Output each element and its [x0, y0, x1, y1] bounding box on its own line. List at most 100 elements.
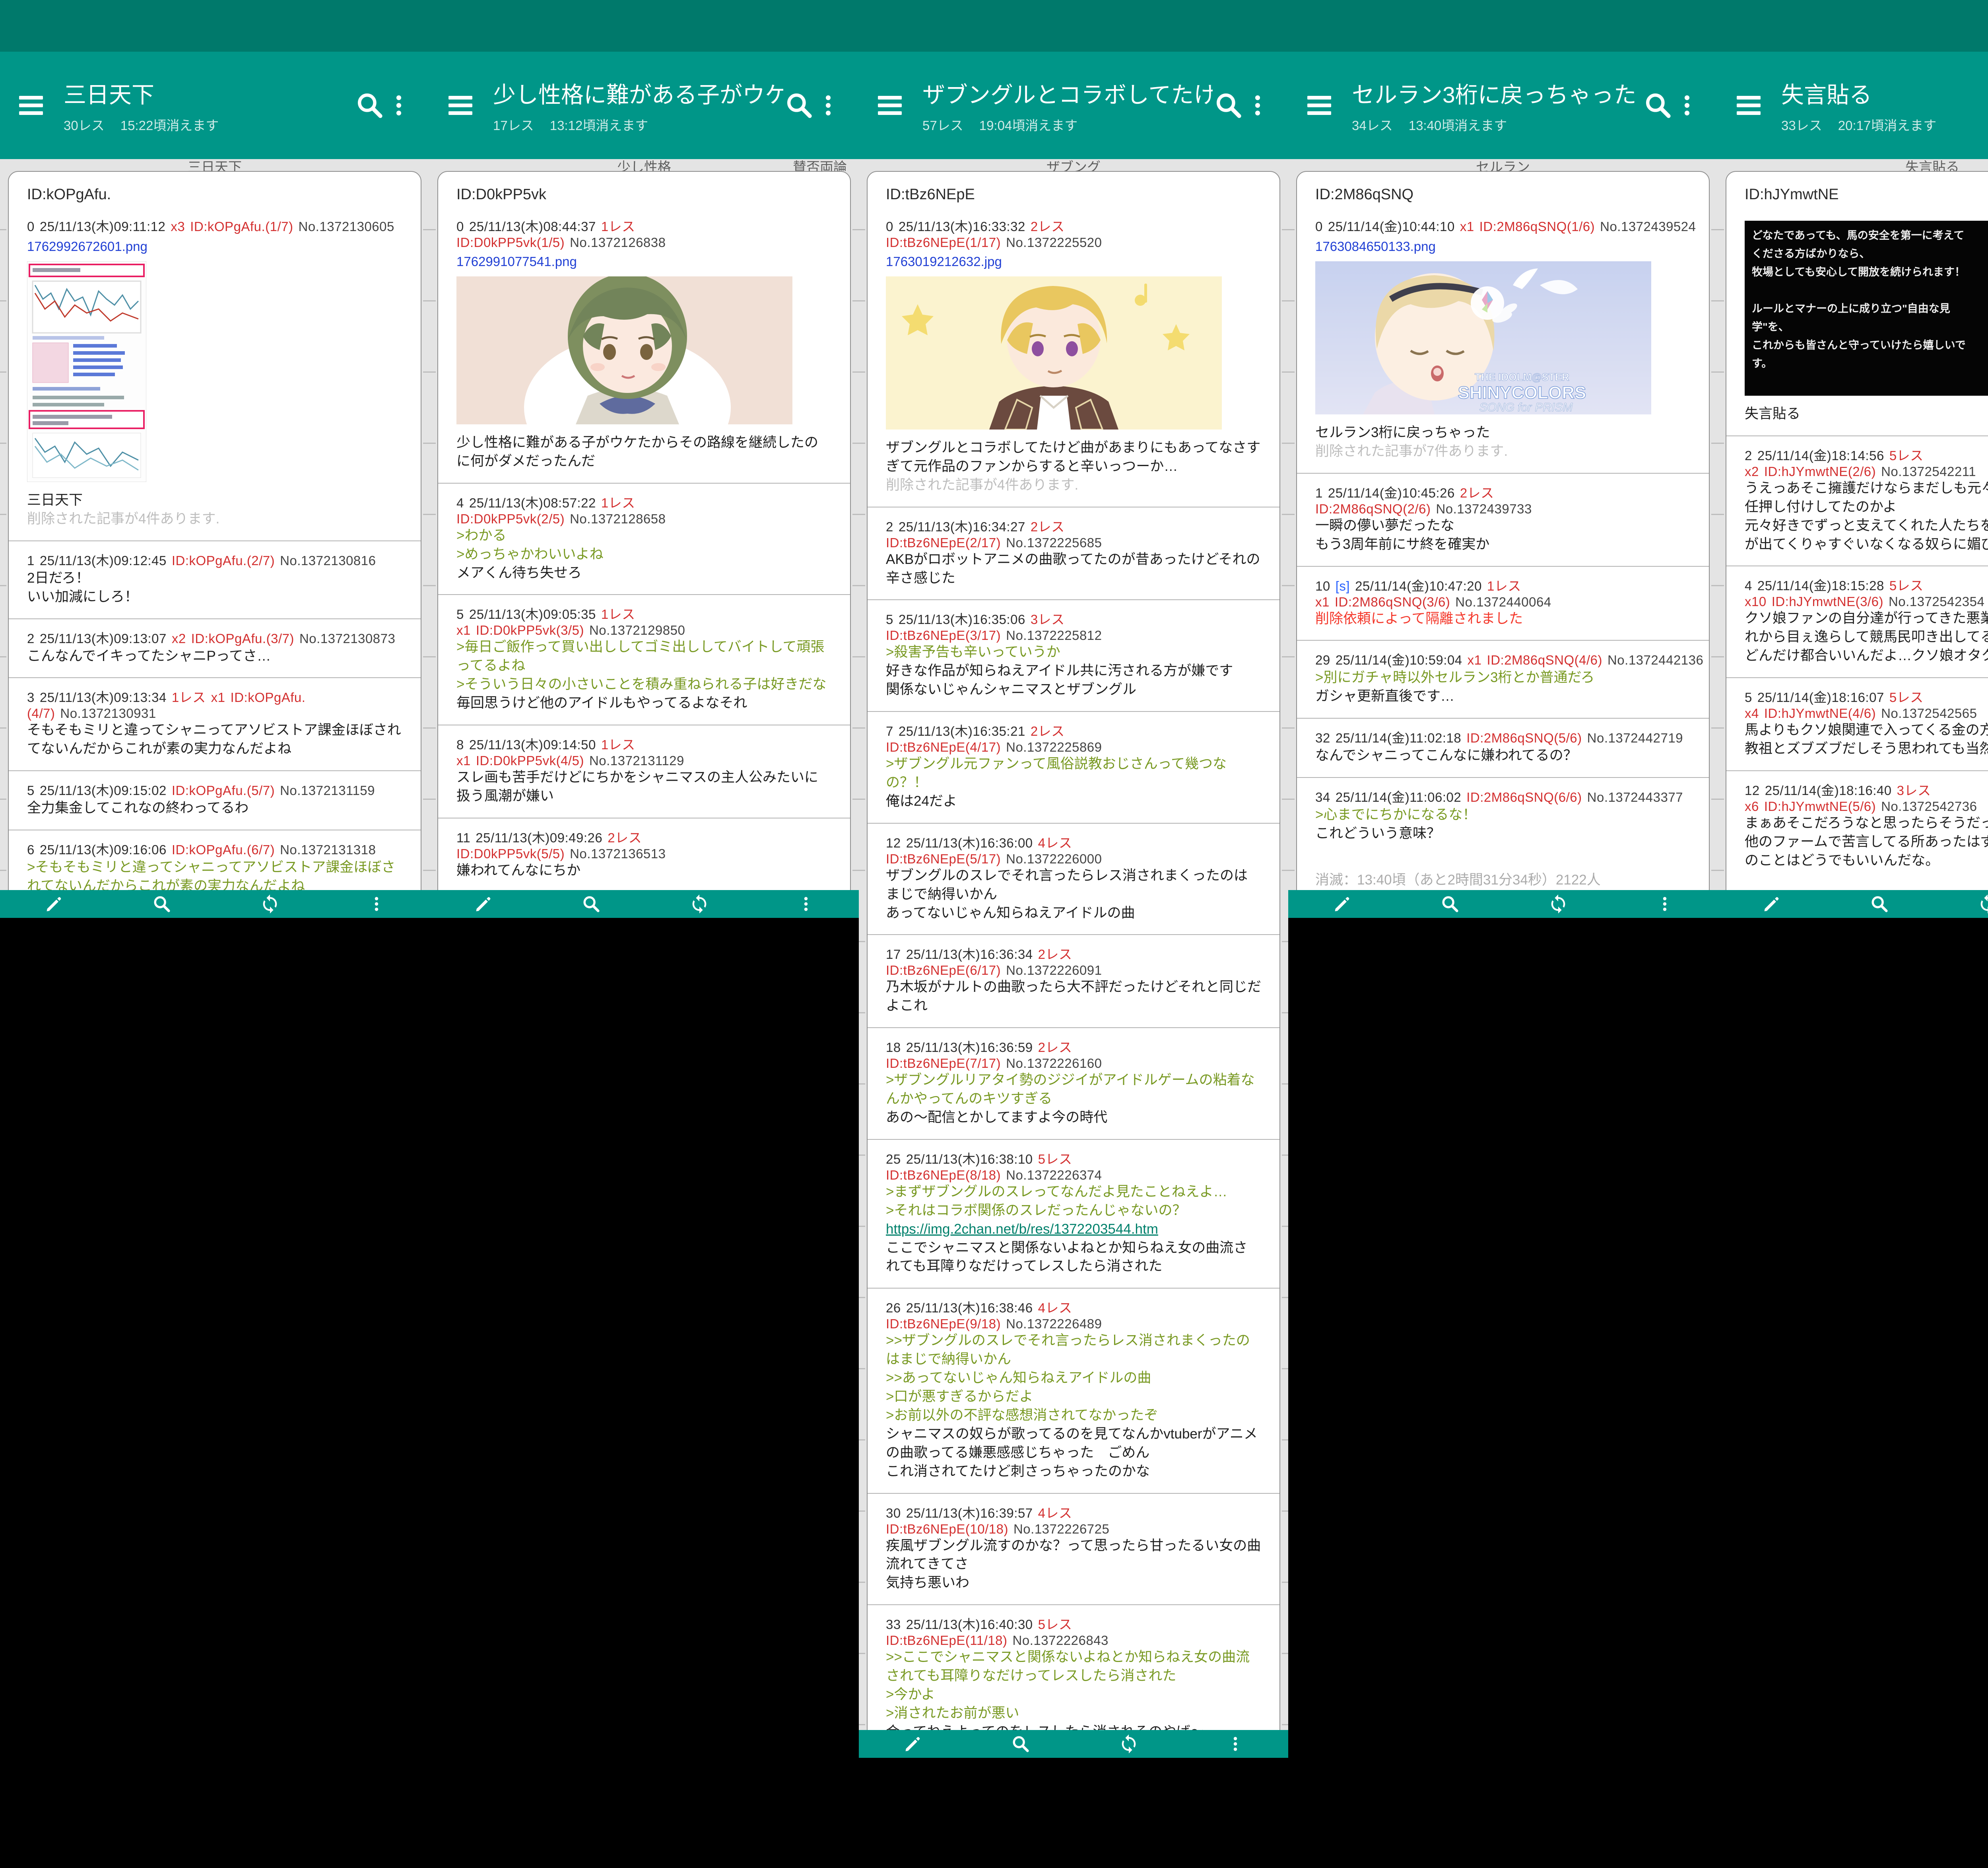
overflow-icon[interactable] [815, 89, 847, 121]
post-text: 一瞬の儚い夢だったな [1315, 517, 1691, 535]
post[interactable]: どなたであっても、馬の安全を第一に考えてくださる方ばかりなら、牧場としても安心し… [1726, 207, 1988, 435]
overflow-icon[interactable] [386, 89, 417, 121]
post[interactable]: 10[s]25/11/14(金)10:47:201レスx1ID:2M86qSNQ… [1297, 566, 1709, 640]
app-screen: 三日天下30レス15:22頃消えます三日天下ID:kOPgAfu.025/11/… [0, 0, 1988, 1868]
post-mult-count: x2 [172, 631, 186, 646]
post[interactable]: 225/11/13(木)09:13:07x2ID:kOPgAfu.(3/7)No… [9, 618, 421, 678]
compose-icon[interactable] [1761, 894, 1782, 914]
compose-icon[interactable] [903, 1734, 923, 1754]
post[interactable]: 3225/11/14(金)11:02:18ID:2M86qSNQ(5/6)No.… [1297, 718, 1709, 777]
title-block: セルラン3桁に戻っちゃった34レス13:40頃消えます [1352, 77, 1642, 134]
overflow-icon[interactable] [797, 894, 815, 914]
compose-icon[interactable] [473, 894, 494, 914]
refresh-icon[interactable] [260, 894, 280, 914]
post-number: 10 [1315, 579, 1330, 593]
op-image-wrap[interactable]: どなたであっても、馬の安全を第一に考えてくださる方ばかりなら、牧場としても安心し… [1745, 221, 1988, 398]
post[interactable]: 525/11/13(木)09:05:351レスx1ID:D0kPP5vk(3/5… [438, 594, 850, 725]
post[interactable]: 2925/11/14(金)10:59:04x1ID:2M86qSNQ(4/6)N… [1297, 640, 1709, 718]
gutter-ticks-right [423, 159, 429, 890]
post-text: 嫌われてんなにちか [456, 861, 832, 880]
op-image-wrap[interactable]: THE IDOLM@STER SHINYCOLORS SONG for PRIS… [1315, 261, 1691, 416]
thread-panel: 失言貼る33レス20:17頃消えます失言貼るID:hJYmwtNEどなたであって… [1718, 0, 1988, 1868]
post[interactable]: 1125/11/13(木)09:49:262レスID:D0kPP5vk(5/5)… [438, 818, 850, 890]
overflow-icon[interactable] [1674, 89, 1706, 121]
search-icon[interactable] [1869, 894, 1890, 914]
post[interactable]: 625/11/13(木)09:16:06ID:kOPgAfu.(6/7)No.1… [9, 830, 421, 890]
refresh-icon[interactable] [1548, 894, 1569, 914]
post[interactable]: 525/11/13(木)16:35:063レスID:tBz6NEpE(3/17)… [868, 599, 1279, 711]
post[interactable]: 3025/11/13(木)16:39:574レスID:tBz6NEpE(10/1… [868, 1493, 1279, 1605]
op-image-wrap[interactable] [886, 276, 1261, 432]
op-image-screenshot-text[interactable]: どなたであっても、馬の安全を第一に考えてくださる方ばかりなら、牧場としても安心し… [1745, 221, 1988, 396]
file-link[interactable]: 1762992672601.png [27, 239, 148, 254]
post[interactable]: 325/11/13(木)09:13:341レスx1ID:kOPgAfu.(4/7… [9, 677, 421, 770]
post-id: ID:hJYmwtNE(2/6) [1764, 464, 1876, 479]
post-number: 25 [886, 1152, 901, 1166]
compose-icon[interactable] [1332, 894, 1353, 914]
post[interactable]: 1225/11/13(木)16:36:004レスID:tBz6NEpE(5/17… [868, 823, 1279, 935]
refresh-icon[interactable] [689, 894, 710, 914]
post[interactable]: 125/11/13(木)09:12:45ID:kOPgAfu.(2/7)No.1… [9, 540, 421, 618]
op-image-wrap[interactable] [27, 261, 402, 484]
post[interactable]: 525/11/14(金)18:16:075レスx4ID:hJYmwtNE(4/6… [1726, 677, 1988, 770]
hamburger-icon[interactable] [12, 86, 50, 124]
file-link[interactable]: 1762991077541.png [456, 254, 577, 269]
overflow-icon[interactable] [367, 894, 386, 914]
post[interactable]: 725/11/13(木)16:35:212レスID:tBz6NEpE(4/17)… [868, 711, 1279, 823]
post[interactable]: 425/11/13(木)08:57:221レスID:D0kPP5vk(2/5)N… [438, 483, 850, 595]
post[interactable]: 1725/11/13(木)16:36:342レスID:tBz6NEpE(6/17… [868, 934, 1279, 1027]
post[interactable]: 025/11/13(木)08:44:371レスID:D0kPP5vk(1/5)N… [438, 207, 850, 483]
post[interactable]: 2625/11/13(木)16:38:464レスID:tBz6NEpE(9/18… [868, 1288, 1279, 1493]
post[interactable]: 025/11/13(木)09:11:12x3ID:kOPgAfu.(1/7)No… [9, 207, 421, 540]
post-quote: >毎日ご飯作って買い出ししてゴミ出ししてバイトして頑張ってるよね [456, 638, 832, 675]
search-icon[interactable] [1440, 894, 1460, 914]
post[interactable]: 1225/11/14(金)18:16:403レスx6ID:hJYmwtNE(5/… [1726, 770, 1988, 890]
post[interactable]: 3325/11/13(木)16:40:305レスID:tBz6NEpE(11/1… [868, 1604, 1279, 1730]
post-text: ここでシャニマスと関係ないよねとか知らねえ女の曲流されても耳障りなだけってレスし… [886, 1239, 1261, 1276]
post[interactable]: 525/11/13(木)09:15:02ID:kOPgAfu.(5/7)No.1… [9, 770, 421, 830]
search-icon[interactable] [1642, 89, 1674, 121]
search-icon[interactable] [783, 89, 815, 121]
hamburger-icon[interactable] [1300, 86, 1338, 124]
refresh-icon[interactable] [1118, 1734, 1139, 1754]
post[interactable]: 225/11/13(木)16:34:272レスID:tBz6NEpE(2/17)… [868, 507, 1279, 600]
post-text: こんなんでイキってたシャニPってさ… [27, 647, 402, 666]
post[interactable]: 825/11/13(木)09:14:501レスx1ID:D0kPP5vk(4/5… [438, 725, 850, 818]
post[interactable]: 1825/11/13(木)16:36:592レスID:tBz6NEpE(7/17… [868, 1027, 1279, 1139]
post-date: 25/11/13(木)16:40:30 [906, 1617, 1033, 1632]
compose-icon[interactable] [44, 894, 64, 914]
post[interactable]: 025/11/13(木)16:33:322レスID:tBz6NEpE(1/17)… [868, 207, 1279, 507]
op-thumbnail-chart[interactable] [27, 261, 146, 482]
post-date: 25/11/13(木)16:36:59 [906, 1040, 1033, 1055]
post-no: No.1372131159 [280, 783, 375, 798]
op-image-game-art[interactable]: THE IDOLM@STER SHINYCOLORS SONG for PRIS… [1315, 261, 1651, 414]
op-image-wrap[interactable] [456, 276, 832, 426]
search-icon[interactable] [1010, 1734, 1031, 1754]
refresh-icon[interactable] [1977, 894, 1988, 914]
post[interactable]: 425/11/14(金)18:15:285レスx10ID:hJYmwtNE(3/… [1726, 566, 1988, 677]
post[interactable]: 225/11/14(金)18:14:565レスx2ID:hJYmwtNE(2/6… [1726, 435, 1988, 566]
post[interactable]: 125/11/14(金)10:45:262レスID:2M86qSNQ(2/6)N… [1297, 473, 1709, 566]
post-text: あってないじゃん知らねえアイドルの曲 [886, 904, 1261, 923]
search-icon[interactable] [151, 894, 172, 914]
hamburger-icon[interactable] [441, 86, 480, 124]
file-link[interactable]: 1763084650133.png [1315, 239, 1436, 254]
file-link[interactable]: 1763019212632.jpg [886, 254, 1002, 269]
post[interactable]: 025/11/14(金)10:44:10x1ID:2M86qSNQ(1/6)No… [1297, 207, 1709, 473]
search-icon[interactable] [581, 894, 602, 914]
post-link[interactable]: https://img.2chan.net/b/res/1372203544.h… [886, 1220, 1158, 1239]
overflow-icon[interactable] [1226, 1734, 1244, 1754]
post-number: 11 [456, 830, 470, 845]
post[interactable]: 3425/11/14(金)11:06:02ID:2M86qSNQ(6/6)No.… [1297, 777, 1709, 855]
hamburger-icon[interactable] [871, 86, 909, 124]
op-image-anime-character[interactable] [886, 276, 1222, 430]
search-icon[interactable] [1213, 89, 1244, 121]
search-icon[interactable] [354, 89, 386, 121]
op-image-anime-girl[interactable] [456, 276, 792, 424]
post-id: ID:D0kPP5vk(3/5) [476, 623, 584, 638]
overflow-icon[interactable] [1244, 89, 1276, 121]
overflow-icon[interactable] [1656, 894, 1674, 914]
hamburger-icon[interactable] [1730, 86, 1768, 124]
post[interactable]: 2525/11/13(木)16:38:105レスID:tBz6NEpE(8/18… [868, 1139, 1279, 1288]
post-id: ID:D0kPP5vk(4/5) [476, 753, 584, 768]
